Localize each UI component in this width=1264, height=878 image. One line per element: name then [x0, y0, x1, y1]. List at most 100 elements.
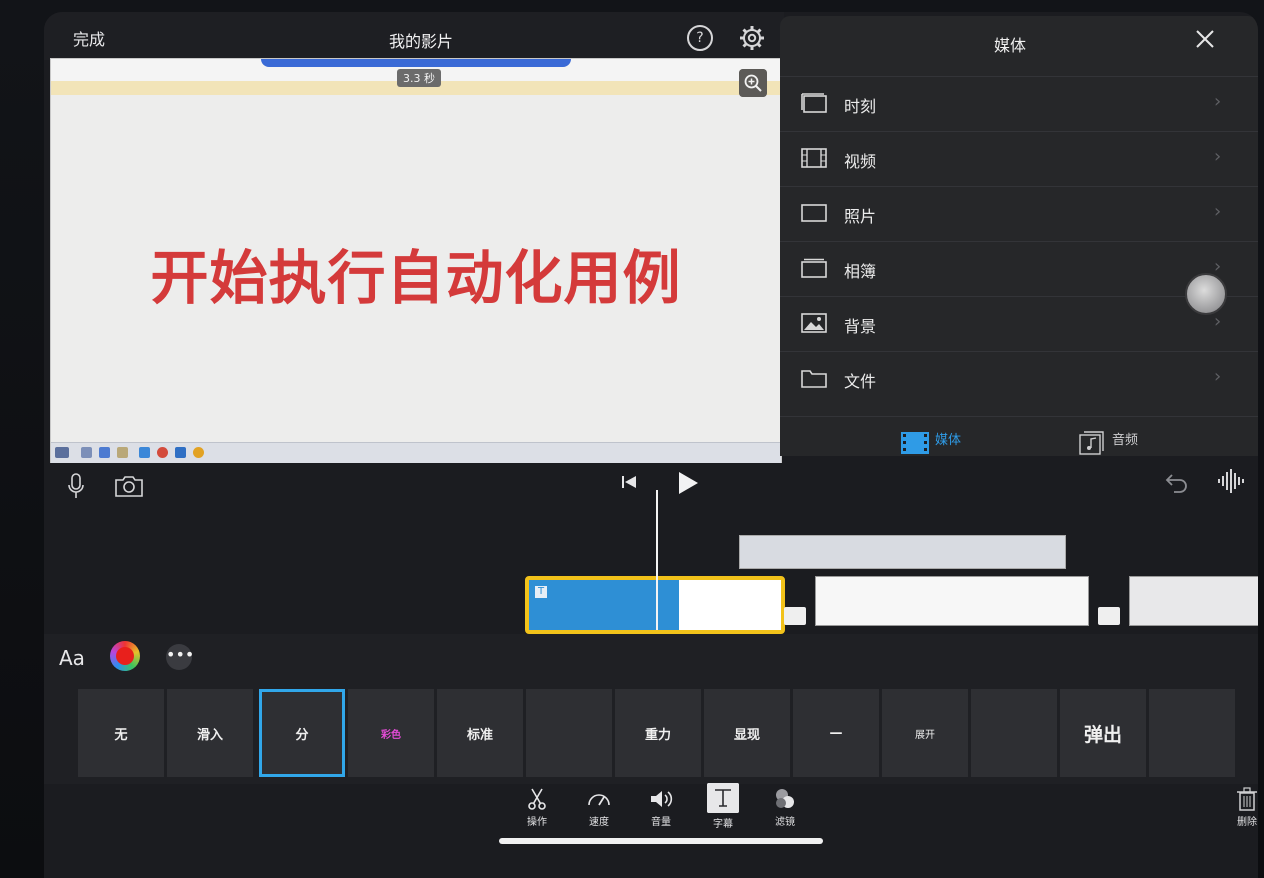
title-style-tile[interactable]: 重力	[615, 689, 701, 777]
media-row-label: 时刻	[844, 97, 877, 116]
tool-volume[interactable]: 音量	[638, 787, 684, 828]
preview-taskbar	[51, 442, 781, 463]
film-icon	[801, 148, 827, 168]
title-style-label: 重力	[644, 727, 671, 743]
done-button[interactable]: 完成	[73, 26, 105, 50]
title-style-label: 弹出	[1083, 723, 1122, 746]
assistive-touch-button[interactable]	[1185, 273, 1227, 315]
waveform-icon[interactable]	[1216, 468, 1246, 494]
overlay-clip[interactable]	[739, 535, 1066, 569]
tool-titles[interactable]: 字幕	[700, 783, 746, 830]
transition-icon[interactable]	[784, 607, 806, 625]
trash-icon	[1237, 787, 1257, 811]
title-style-label: 滑入	[196, 727, 223, 743]
help-icon[interactable]: ?	[687, 25, 713, 51]
chevron-right-icon: ›	[1214, 256, 1222, 277]
media-row-label: 背景	[844, 317, 877, 336]
tool-label: 删除	[1237, 817, 1257, 828]
chevron-right-icon: ›	[1214, 91, 1222, 112]
tool-label: 操作	[527, 817, 547, 828]
preview-remote-bar	[261, 59, 571, 67]
media-tabs: 媒体 音频	[780, 416, 1258, 465]
title-style-tile[interactable]: 弹出	[1060, 689, 1146, 777]
magnify-icon[interactable]	[739, 69, 767, 97]
media-panel: 媒体 时刻 › 视频 › 照片 › 相簿 › 背景 › 文件 › 媒体 音频	[780, 16, 1258, 456]
title-style-tile[interactable]	[526, 689, 612, 777]
transition-icon[interactable]	[1098, 607, 1120, 625]
music-note-icon	[1079, 431, 1104, 455]
microphone-icon[interactable]	[68, 473, 84, 499]
title-style-tile[interactable]: —	[793, 689, 879, 777]
camera-icon[interactable]	[114, 474, 144, 498]
video-clip[interactable]	[1129, 576, 1258, 626]
film-icon	[901, 432, 929, 454]
background-icon	[801, 313, 827, 333]
tool-label: 字幕	[713, 819, 733, 830]
title-style-tile[interactable]: 彩色	[348, 689, 434, 777]
photo-icon	[801, 204, 827, 222]
media-row-photos[interactable]: 照片 ›	[780, 186, 1258, 242]
media-row-moments[interactable]: 时刻 ›	[780, 76, 1258, 132]
selected-clip[interactable]: T	[525, 576, 785, 634]
title-style-label: 显现	[733, 727, 760, 743]
title-style-label: 展开	[915, 729, 935, 741]
font-button[interactable]: Aa	[59, 646, 85, 670]
album-icon	[801, 258, 827, 278]
skip-back-icon[interactable]	[621, 474, 637, 490]
chevron-right-icon: ›	[1214, 201, 1222, 222]
title-style-tile[interactable]: 滑入	[167, 689, 253, 777]
media-row-label: 相簿	[844, 262, 877, 281]
folder-icon	[801, 370, 827, 388]
tab-media[interactable]: 媒体	[935, 429, 961, 448]
tab-audio[interactable]: 音频	[1112, 429, 1138, 448]
title-style-tile[interactable]: 标准	[437, 689, 523, 777]
more-options-button[interactable]: •••	[166, 644, 194, 670]
timeline[interactable]: T	[44, 507, 1258, 635]
media-row-label: 照片	[844, 207, 877, 226]
title-style-label: 彩色	[381, 729, 401, 741]
title-style-tile[interactable]: 展开	[882, 689, 968, 777]
media-row-video[interactable]: 视频 ›	[780, 131, 1258, 187]
tool-label: 滤镜	[775, 817, 795, 828]
media-row-backgrounds[interactable]: 背景 ›	[780, 296, 1258, 352]
top-bar: 完成 我的影片 ?	[44, 12, 784, 60]
media-panel-title: 媒体	[993, 36, 1026, 55]
scissors-icon	[528, 788, 546, 810]
chevron-right-icon: ›	[1214, 146, 1222, 167]
title-style-list: 无 滑入 分 彩色 标准 重力 显现 — 展开 弹出	[78, 681, 1238, 777]
tool-actions[interactable]: 操作	[514, 787, 560, 828]
overlay-title-text: 开始执行自动化用例	[150, 244, 682, 312]
title-style-tile[interactable]	[1149, 689, 1235, 777]
speaker-icon	[651, 791, 673, 807]
media-row-files[interactable]: 文件 ›	[780, 351, 1258, 407]
tool-label: 速度	[589, 817, 609, 828]
text-icon	[707, 783, 739, 813]
title-style-tile-selected[interactable]: 分	[259, 689, 345, 777]
title-style-label: —	[829, 725, 843, 741]
title-style-label: 分	[295, 727, 309, 743]
tool-speed[interactable]: 速度	[576, 787, 622, 828]
gear-icon[interactable]	[739, 25, 765, 51]
duration-badge: 3.3 秒	[397, 69, 441, 87]
title-style-panel: Aa ••• 无 滑入 分 彩色 标准 重力 显现 — 展开 弹出	[44, 634, 1258, 784]
text-icon: T	[535, 586, 547, 598]
undo-icon[interactable]	[1164, 470, 1190, 494]
title-style-label: 无	[114, 727, 128, 743]
chevron-right-icon: ›	[1214, 366, 1222, 387]
playhead[interactable]	[656, 490, 658, 630]
title-style-label: 标准	[466, 727, 493, 743]
title-style-tile[interactable]	[971, 689, 1057, 777]
title-style-tile[interactable]: 无	[78, 689, 164, 777]
video-preview[interactable]: 3.3 秒 开始执行自动化用例	[50, 58, 782, 463]
color-picker-button[interactable]	[110, 641, 140, 671]
imovie-screen: 完成 我的影片 ? 3.3 秒 开始执行自动化用例 媒体 时刻 › 视频 › 照…	[44, 12, 1258, 878]
close-icon[interactable]	[1194, 28, 1216, 50]
delete-button[interactable]: 删除	[1224, 787, 1258, 828]
tool-label: 音量	[651, 817, 671, 828]
video-clip[interactable]	[815, 576, 1089, 626]
title-style-tile[interactable]: 显现	[704, 689, 790, 777]
home-indicator[interactable]	[499, 838, 823, 844]
tool-filters[interactable]: 滤镜	[762, 787, 808, 828]
moments-icon	[801, 93, 827, 113]
play-icon[interactable]	[677, 471, 699, 495]
